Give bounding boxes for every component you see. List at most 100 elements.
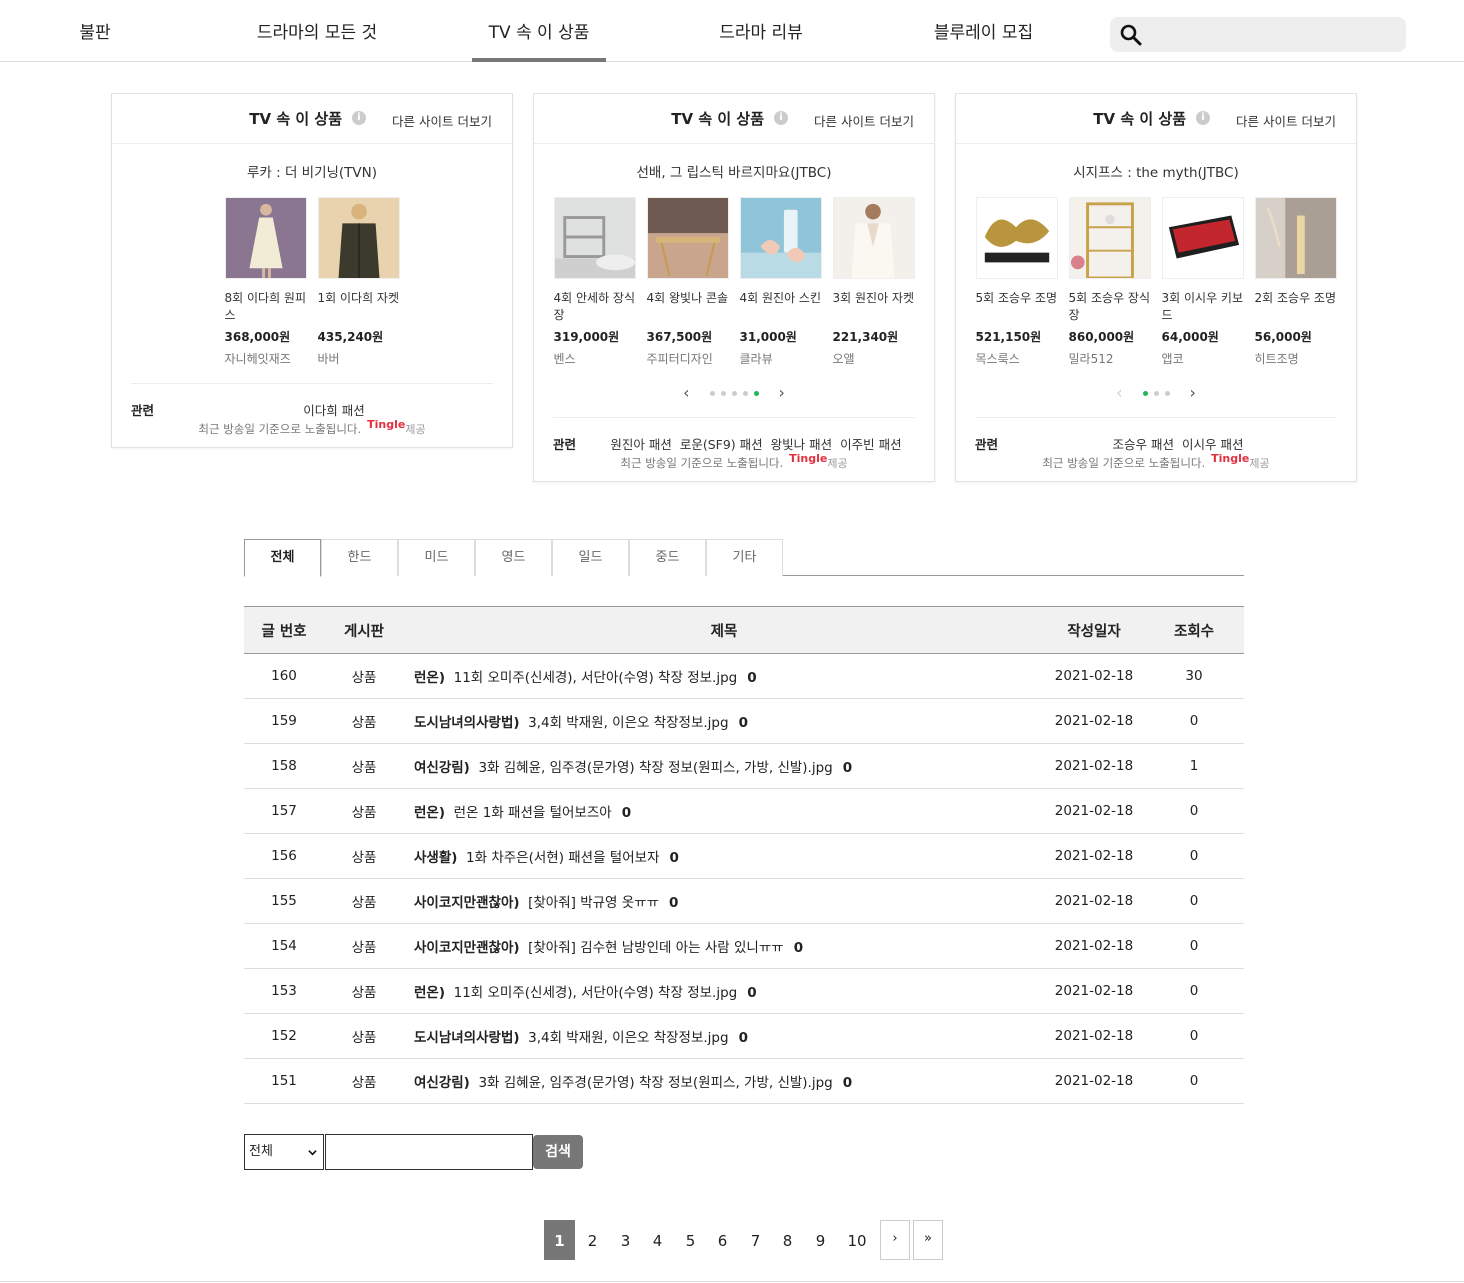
nav-item-bluray[interactable]: 블루레이 모집 (931, 0, 1036, 62)
related-tag-link[interactable]: 로운(SF9) 패션 (680, 437, 763, 452)
search-button[interactable]: 검색 (533, 1135, 583, 1169)
page-link[interactable]: 3 (619, 1220, 632, 1260)
page-link[interactable]: 6 (716, 1220, 729, 1260)
table-row[interactable]: 158 상품 여신강림) 3화 김혜윤, 임주경(문가영) 착장 정보(원피스, 가… (244, 743, 1244, 789)
info-icon[interactable]: i (352, 111, 366, 125)
product-card[interactable]: 4회 안세하 장식장 319,000원 벤스 (553, 197, 636, 367)
product-card[interactable]: 8회 이다희 원피스 368,000원 자니헤잇재즈 (224, 197, 307, 367)
chevron-right-icon[interactable]: › (765, 383, 799, 403)
product-name[interactable]: 5회 조승우 조명 (976, 290, 1058, 324)
related-tag-link[interactable]: 이주빈 패션 (840, 437, 901, 452)
tab-all[interactable]: 전체 (244, 539, 321, 577)
skin-bottle-icon[interactable] (739, 197, 822, 279)
carousel-dot[interactable] (753, 390, 759, 396)
product-name[interactable]: 4회 원진아 스킨 (740, 290, 822, 324)
tingle-logo[interactable]: Tingle (1211, 452, 1249, 465)
more-sites-link[interactable]: 다른 사이트 더보기 (392, 111, 492, 130)
nav-item-drama-review[interactable]: 드라마 리뷰 (717, 0, 805, 62)
console-icon[interactable] (646, 197, 729, 279)
dress-icon[interactable] (224, 197, 307, 279)
product-card[interactable]: 4회 원진아 스킨 31,000원 클라뷰 (739, 197, 822, 367)
page-link[interactable]: 9 (814, 1220, 827, 1260)
product-name[interactable]: 3회 이시우 키보드 (1162, 290, 1244, 324)
table-row[interactable]: 156 상품 사생활) 1화 차주은(서현) 패션을 털어보자 0 2021-02-18… (244, 833, 1244, 879)
post-title-link[interactable]: 11회 오미주(신세경), 서단아(수영) 착장 정보.jpg (454, 670, 738, 686)
tab-etc[interactable]: 기타 (706, 539, 783, 576)
post-title-link[interactable]: [찾아줘] 박규영 옷ㅠㅠ (528, 895, 659, 911)
chevron-left-icon[interactable]: ‹ (669, 383, 703, 403)
page-link[interactable]: 10 (846, 1220, 868, 1260)
product-card[interactable]: 3회 이시우 키보드 64,000원 앱코 (1161, 197, 1244, 367)
search-icon[interactable] (1119, 23, 1143, 47)
page-link[interactable]: 4 (651, 1220, 664, 1260)
product-card[interactable]: 1회 이다희 자켓 435,240원 바버 (317, 197, 400, 367)
gold-shelf-icon[interactable] (1068, 197, 1151, 279)
page-link[interactable]: 2 (586, 1220, 599, 1260)
table-row[interactable]: 154 상품 사이코지만괜찮아) [찾아줘] 김수현 남방인데 아는 사람 있니ㅠㅠ… (244, 923, 1244, 969)
carousel-dot[interactable] (731, 390, 737, 396)
product-name[interactable]: 4회 안세하 장식장 (554, 290, 636, 324)
post-title-link[interactable]: [찾아줘] 김수현 남방인데 아는 사람 있니ㅠㅠ (528, 940, 784, 956)
table-row[interactable]: 155 상품 사이코지만괜찮아) [찾아줘] 박규영 옷ㅠㅠ 0 2021-02-18 0 (244, 878, 1244, 924)
keyboard-icon[interactable] (1161, 197, 1244, 279)
last-page-button[interactable]: » (913, 1220, 943, 1260)
carousel-dot[interactable] (1164, 390, 1170, 396)
related-tag-link[interactable]: 이시우 패션 (1182, 437, 1243, 452)
post-title-link[interactable]: 3,4회 박재원, 이은오 착장정보.jpg (528, 1030, 728, 1046)
search-input[interactable] (1154, 21, 1394, 48)
tab-cdrama[interactable]: 중드 (629, 539, 706, 576)
carousel-dot[interactable] (709, 390, 715, 396)
product-name[interactable]: 3회 원진아 자켓 (833, 290, 915, 324)
table-row[interactable]: 153 상품 런온) 11회 오미주(신세경), 서단아(수영) 착장 정보.jpg… (244, 968, 1244, 1014)
tab-kdrama[interactable]: 한드 (321, 539, 398, 576)
nav-item-tv-products[interactable]: TV 속 이 상품 (472, 0, 606, 62)
table-row[interactable]: 160 상품 런온) 11회 오미주(신세경), 서단아(수영) 착장 정보.jpg… (244, 653, 1244, 699)
product-name[interactable]: 2회 조승우 조명 (1255, 290, 1337, 324)
post-title-link[interactable]: 런온 1화 패션을 털어보즈아 (454, 805, 612, 821)
related-tag-link[interactable]: 왕빛나 패션 (771, 437, 832, 452)
carousel-dot[interactable] (742, 390, 748, 396)
board-search-input[interactable] (325, 1134, 533, 1170)
chevron-right-icon[interactable]: › (1176, 383, 1210, 403)
table-row[interactable]: 157 상품 런온) 런온 1화 패션을 털어보즈아 0 2021-02-18 0 (244, 788, 1244, 834)
info-icon[interactable]: i (774, 111, 788, 125)
product-card[interactable]: 3회 원진아 자켓 221,340원 오앨 (832, 197, 915, 367)
tingle-logo[interactable]: Tingle (789, 452, 827, 465)
tab-us-drama[interactable]: 미드 (398, 539, 475, 576)
table-row[interactable]: 152 상품 도시남녀의사랑법) 3,4회 박재원, 이은오 착장정보.jpg 0 20… (244, 1013, 1244, 1059)
white-jacket-icon[interactable] (832, 197, 915, 279)
related-tag-link[interactable]: 이다희 패션 (303, 403, 364, 418)
related-tag-link[interactable]: 원진아 패션 (610, 437, 671, 452)
chevron-left-icon[interactable]: ‹ (1102, 383, 1136, 403)
product-name[interactable]: 1회 이다희 자켓 (318, 290, 400, 324)
product-card[interactable]: 5회 조승우 장식장 860,000원 밀라512 (1068, 197, 1151, 367)
shelf-icon[interactable] (553, 197, 636, 279)
more-sites-link[interactable]: 다른 사이트 더보기 (814, 111, 914, 130)
product-card[interactable]: 4회 왕빛나 콘솔 367,500원 주피터디자인 (646, 197, 729, 367)
table-row[interactable]: 159 상품 도시남녀의사랑법) 3,4회 박재원, 이은오 착장정보.jpg 0 20… (244, 698, 1244, 744)
carousel-dot[interactable] (1142, 390, 1148, 396)
info-icon[interactable]: i (1196, 111, 1210, 125)
carousel-dot[interactable] (720, 390, 726, 396)
floor-lamp-icon[interactable] (1254, 197, 1337, 279)
next-page-button[interactable]: › (880, 1220, 910, 1260)
product-name[interactable]: 5회 조승우 장식장 (1069, 290, 1151, 324)
tab-uk-drama[interactable]: 영드 (475, 539, 552, 576)
page-link[interactable]: 7 (749, 1220, 762, 1260)
gold-lamp-icon[interactable] (975, 197, 1058, 279)
table-row[interactable]: 151 상품 여신강림) 3화 김혜윤, 임주경(문가영) 착장 정보(원피스, 가… (244, 1058, 1244, 1104)
product-name[interactable]: 4회 왕빛나 콘솔 (647, 290, 729, 324)
post-title-link[interactable]: 1화 차주은(서현) 패션을 털어보자 (466, 850, 659, 866)
page-link[interactable]: 5 (684, 1220, 697, 1260)
post-title-link[interactable]: 3,4회 박재원, 이은오 착장정보.jpg (528, 715, 728, 731)
page-link[interactable]: 8 (781, 1220, 794, 1260)
jacket-icon[interactable] (317, 197, 400, 279)
tab-jdrama[interactable]: 일드 (552, 539, 629, 576)
product-card[interactable]: 2회 조승우 조명 56,000원 히트조명 (1254, 197, 1337, 367)
post-title-link[interactable]: 11회 오미주(신세경), 서단아(수영) 착장 정보.jpg (454, 985, 738, 1001)
more-sites-link[interactable]: 다른 사이트 더보기 (1236, 111, 1336, 130)
post-title-link[interactable]: 3화 김혜윤, 임주경(문가영) 착장 정보(원피스, 가방, 신발).jpg (478, 760, 832, 776)
product-name[interactable]: 8회 이다희 원피스 (225, 290, 307, 324)
product-card[interactable]: 5회 조승우 조명 521,150원 목스룩스 (975, 197, 1058, 367)
carousel-dot[interactable] (1153, 390, 1159, 396)
